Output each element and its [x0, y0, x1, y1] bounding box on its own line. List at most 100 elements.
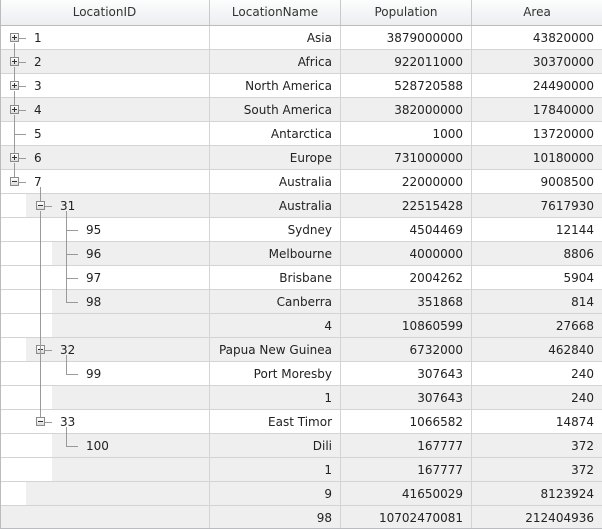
cell-population: 731000000	[341, 146, 472, 170]
cell-area: 212404936	[472, 506, 602, 529]
column-header-location-name[interactable]: LocationName	[210, 0, 341, 25]
tree-connector-line	[45, 206, 52, 207]
table-row[interactable]: 4 South America 382000000 17840000	[0, 98, 602, 122]
plus-bar	[14, 83, 15, 88]
column-header-location-id[interactable]: LocationID	[0, 0, 210, 25]
cell-area: 372	[472, 434, 602, 458]
tree-grid: LocationID LocationName Population Area …	[0, 0, 602, 529]
expand-toggle-icon[interactable]	[10, 153, 19, 162]
expand-toggle-icon[interactable]	[10, 57, 19, 66]
table-row[interactable]: 99 Port Moresby 307643 240	[0, 362, 602, 386]
cell-population: 167777	[341, 458, 472, 482]
cell-location-id: 2	[0, 50, 210, 74]
tree-connector-line	[40, 211, 41, 417]
tree-connector-line	[66, 254, 78, 255]
cell-area: 814	[472, 290, 602, 314]
location-id-text: 97	[86, 271, 102, 285]
location-id-text: 2	[34, 55, 42, 69]
table-row[interactable]: 1 Asia 3879000000 43820000	[0, 26, 602, 50]
table-row[interactable]: 33 East Timor 1066582 14874	[0, 410, 602, 434]
minus-bar	[12, 181, 17, 182]
cell-location-id: 1	[0, 26, 210, 50]
location-id-text: 33	[60, 415, 76, 429]
table-row[interactable]: 3 North America 528720588 24490000	[0, 74, 602, 98]
indent-cell	[0, 458, 52, 482]
table-row[interactable]: 100 Dili 167777 372	[0, 434, 602, 458]
plus-bar	[14, 107, 15, 112]
table-row[interactable]: 2 Africa 922011000 30370000	[0, 50, 602, 74]
summary-row[interactable]: 9 41650029 8123924	[0, 482, 602, 506]
indent-cell	[0, 194, 26, 218]
cell-location-name: Papua New Guinea	[210, 338, 341, 362]
location-id-text: 100	[86, 439, 109, 453]
cell-population: 1000	[341, 122, 472, 146]
cell-location-name: North America	[210, 74, 341, 98]
plus-bar	[14, 59, 15, 64]
tree-connector-line	[40, 187, 41, 201]
cell-location-name: Antarctica	[210, 122, 341, 146]
tree-connector-line	[14, 134, 26, 135]
cell-area: 12144	[472, 218, 602, 242]
summary-row[interactable]: 1 307643 240	[0, 386, 602, 410]
cell-location-name: Dili	[210, 434, 341, 458]
tree-connector-line	[45, 350, 52, 351]
cell-population: 307643	[341, 362, 472, 386]
tree-connector-line	[66, 278, 67, 302]
table-row[interactable]: 5 Antarctica 1000 13720000	[0, 122, 602, 146]
cell-location-name: Brisbane	[210, 266, 341, 290]
cell-location-name: East Timor	[210, 410, 341, 434]
tree-connector-line	[19, 62, 26, 63]
table-row[interactable]: 31 Australia 22515428 7617930	[0, 194, 602, 218]
cell-location-name: Australia	[210, 194, 341, 218]
collapse-toggle-icon[interactable]	[36, 417, 45, 426]
cell-population: 22515428	[341, 194, 472, 218]
cell-area: 27668	[472, 314, 602, 338]
location-id-text: 6	[34, 151, 42, 165]
summary-row[interactable]: 1 167777 372	[0, 458, 602, 482]
tree-connector-line	[66, 278, 78, 279]
location-id-text: 99	[86, 367, 102, 381]
cell-location-name: Europe	[210, 146, 341, 170]
column-header-population[interactable]: Population	[341, 0, 472, 25]
table-row[interactable]: 7 Australia 22000000 9008500	[0, 170, 602, 194]
table-row[interactable]: 32 Papua New Guinea 6732000 462840	[0, 338, 602, 362]
cell-location-id: 32	[26, 338, 210, 362]
cell-location-id: 3	[0, 74, 210, 98]
location-id-text: 98	[86, 295, 102, 309]
cell-population: 10860599	[341, 314, 472, 338]
cell-location-id: 33	[26, 410, 210, 434]
cell-location-id: 31	[26, 194, 210, 218]
plus-bar	[14, 155, 15, 160]
tree-connector-line	[14, 115, 15, 134]
table-row[interactable]: 96 Melbourne 4000000 8806	[0, 242, 602, 266]
expand-toggle-icon[interactable]	[10, 81, 19, 90]
cell-population: 2004262	[341, 266, 472, 290]
table-row[interactable]: 95 Sydney 4504469 12144	[0, 218, 602, 242]
cell-location-name: Asia	[210, 26, 341, 50]
cell-area: 462840	[472, 338, 602, 362]
minus-bar	[38, 205, 43, 206]
expand-toggle-icon[interactable]	[10, 33, 19, 42]
cell-population: 167777	[341, 434, 472, 458]
location-id-text: 31	[60, 199, 76, 213]
summary-row[interactable]: 4 10860599 27668	[0, 314, 602, 338]
tree-connector-line	[19, 158, 26, 159]
collapse-toggle-icon[interactable]	[10, 177, 19, 186]
cell-population: 351868	[341, 290, 472, 314]
cell-population: 307643	[341, 386, 472, 410]
expand-toggle-icon[interactable]	[10, 105, 19, 114]
cell-population: 3879000000	[341, 26, 472, 50]
summary-row[interactable]: 98 10702470081 212404936	[0, 506, 602, 529]
table-row[interactable]: 97 Brisbane 2004262 5904	[0, 266, 602, 290]
tree-connector-line	[66, 211, 67, 230]
tree-connector-line	[19, 38, 26, 39]
cell-area: 14874	[472, 410, 602, 434]
indent-cell	[0, 386, 52, 410]
cell-area: 30370000	[472, 50, 602, 74]
table-row[interactable]: 98 Canberra 351868 814	[0, 290, 602, 314]
collapse-toggle-icon[interactable]	[36, 201, 45, 210]
cell-location-id	[26, 482, 210, 506]
column-header-area[interactable]: Area	[472, 0, 602, 25]
table-row[interactable]: 6 Europe 731000000 10180000	[0, 146, 602, 170]
cell-location-name: Africa	[210, 50, 341, 74]
